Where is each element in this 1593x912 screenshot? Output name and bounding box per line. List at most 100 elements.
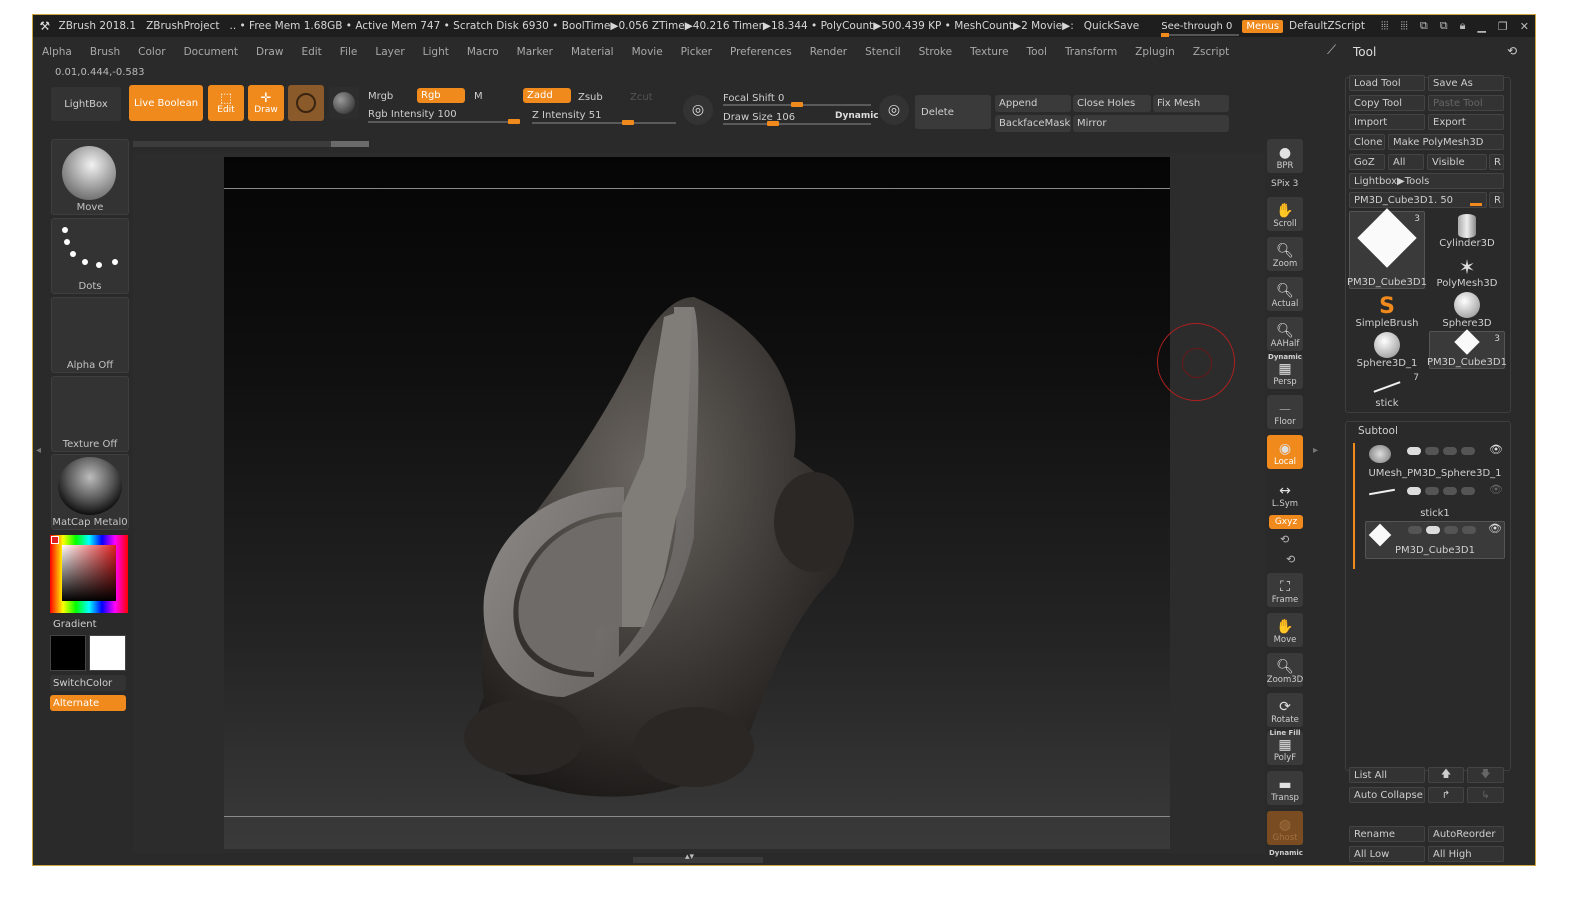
menu-draw[interactable]: Draw — [256, 46, 283, 58]
subtool-item-pm3d-cube[interactable]: 👁︎ PM3D_Cube3D1 — [1365, 521, 1505, 559]
canvas-top-scrollbar[interactable] — [133, 141, 369, 147]
local-button[interactable]: ◉ Local — [1267, 435, 1303, 469]
polyf-button[interactable]: Line Fill ▦ PolyF — [1267, 729, 1303, 765]
lightbox-button[interactable]: LightBox — [51, 87, 121, 121]
floor-button[interactable]: ⏤ Floor — [1267, 395, 1303, 429]
save-as-button[interactable]: Save As — [1428, 75, 1504, 91]
left-collapse-arrow[interactable]: ◂ — [36, 445, 41, 456]
primary-color-swatch[interactable] — [50, 635, 86, 671]
frame-button[interactable]: ⛶ Frame — [1267, 573, 1303, 607]
menu-light[interactable]: Light — [423, 46, 449, 58]
gradient-label[interactable]: Gradient — [53, 619, 97, 630]
bpr-button[interactable]: ● BPR — [1267, 139, 1303, 173]
arrow-branch-down-button[interactable]: ↳ — [1467, 787, 1504, 803]
menu-brush[interactable]: Brush — [90, 46, 120, 58]
rgb-intensity-slider[interactable] — [368, 119, 520, 124]
menu-edit[interactable]: Edit — [301, 46, 321, 58]
texture-slot[interactable]: Texture Off — [51, 376, 129, 452]
rgb-toggle[interactable]: Rgb — [417, 88, 465, 103]
minimize-icon[interactable]: ▁ — [1477, 20, 1485, 33]
subtool-toggles[interactable] — [1407, 487, 1475, 495]
secondary-color-swatch[interactable] — [89, 635, 126, 671]
focal-shift-icon[interactable]: ◎ — [683, 95, 713, 125]
dynamic-toggle[interactable]: Dynamic — [835, 111, 879, 121]
export-button[interactable]: Export — [1428, 114, 1504, 130]
rotate-axis-icon-1[interactable]: ⟲ — [1280, 533, 1289, 546]
menu-render[interactable]: Render — [810, 46, 847, 58]
menu-zscript[interactable]: Zscript — [1193, 46, 1229, 58]
canvas-bottom-handle[interactable]: ▴▾ — [633, 852, 763, 863]
menu-movie[interactable]: Movie — [632, 46, 663, 58]
menu-document[interactable]: Document — [184, 46, 238, 58]
dynamic-label-bottom[interactable]: Dynamic — [1269, 849, 1303, 857]
append-button[interactable]: Append — [995, 95, 1071, 112]
stroke-slot[interactable]: Dots — [51, 218, 129, 294]
brush-slot[interactable]: Move — [51, 139, 129, 215]
backface-mask-button[interactable]: BackfaceMask — [995, 115, 1071, 132]
tool-item-simplebrush[interactable]: S SimpleBrush — [1349, 291, 1425, 330]
default-zscript[interactable]: DefaultZScript — [1289, 20, 1365, 32]
make-polymesh-button[interactable]: Make PolyMesh3D — [1388, 134, 1504, 150]
focal-shift-slider[interactable] — [723, 102, 871, 107]
tool-item-pm3d-cube[interactable]: 3 PM3D_Cube3D1 — [1347, 208, 1427, 289]
interface-icon-1[interactable]: ⦙⦙⦙ — [1381, 19, 1388, 33]
menu-texture[interactable]: Texture — [970, 46, 1008, 58]
load-tool-button[interactable]: Load Tool — [1349, 75, 1425, 91]
menu-marker[interactable]: Marker — [517, 46, 553, 58]
switch-color-button[interactable]: SwitchColor — [50, 675, 126, 691]
tool-item-cylinder3d[interactable]: Cylinder3D — [1429, 211, 1505, 249]
rotate-axis-icon-2[interactable]: ⟲ — [1286, 553, 1295, 566]
ghost-button[interactable]: ◍ Ghost — [1267, 811, 1303, 845]
interface-icon-2[interactable]: ⦙⦙⦙ — [1400, 19, 1407, 33]
dynamic-brush-icon[interactable]: ◎ — [879, 95, 909, 125]
subtool-toggles[interactable] — [1408, 526, 1476, 534]
tool-panel-title[interactable]: Tool — [1353, 45, 1376, 59]
subtool-item-stick1[interactable]: 👁︎ stick1 — [1365, 483, 1505, 521]
color-picker[interactable] — [50, 535, 128, 613]
rotate-button[interactable]: ⟳ Rotate — [1267, 693, 1303, 727]
actual-button[interactable]: 🔍︎ Actual — [1267, 277, 1303, 311]
close-icon[interactable]: ✕ — [1520, 20, 1529, 33]
auto-collapse-button[interactable]: Auto Collapse — [1349, 787, 1425, 803]
subtool-toggles[interactable] — [1407, 447, 1475, 455]
move-view-button[interactable]: ✋ Move — [1267, 613, 1303, 647]
menu-layer[interactable]: Layer — [375, 46, 404, 58]
material-sphere-button[interactable] — [329, 87, 359, 119]
import-button[interactable]: Import — [1349, 114, 1425, 130]
auto-reorder-button[interactable]: AutoReorder — [1428, 826, 1504, 842]
menu-transform[interactable]: Transform — [1065, 46, 1117, 58]
menu-preferences[interactable]: Preferences — [730, 46, 792, 58]
alternate-button[interactable]: Alternate — [50, 695, 126, 711]
zsub-toggle[interactable]: Zsub — [578, 92, 603, 103]
clone-button[interactable]: Clone — [1349, 134, 1385, 150]
menu-picker[interactable]: Picker — [681, 46, 712, 58]
zoom-button[interactable]: 🔍︎ Zoom — [1267, 237, 1303, 271]
move-up-button[interactable]: 🡅 — [1428, 767, 1464, 783]
tool-item-sphere3d[interactable]: Sphere3D — [1429, 291, 1505, 329]
refresh-icon[interactable]: ⟲ — [1507, 44, 1517, 58]
lock-icon[interactable]: 🔒︎ — [1460, 19, 1466, 33]
list-all-button[interactable]: List All — [1349, 767, 1425, 783]
draw-size-slider[interactable] — [723, 121, 871, 126]
persp-button[interactable]: Dynamic ▦ Persp — [1267, 353, 1303, 389]
color-saturation-square[interactable] — [62, 545, 116, 601]
goz-button[interactable]: GoZ — [1349, 154, 1385, 170]
live-boolean-button[interactable]: Live Boolean — [129, 85, 203, 121]
tool-menu-icon[interactable]: ⟋ — [1327, 43, 1336, 58]
spix-label[interactable]: SPix 3 — [1271, 179, 1298, 189]
move-down-button[interactable]: 🡇 — [1467, 767, 1504, 783]
rename-button[interactable]: Rename — [1349, 826, 1425, 842]
move-mode-button[interactable] — [288, 85, 324, 121]
menu-stencil[interactable]: Stencil — [865, 46, 901, 58]
layout-icon-2[interactable]: ⧉ — [1440, 19, 1448, 33]
transp-button[interactable]: ▬ Transp — [1267, 771, 1303, 805]
arrow-branch-button[interactable]: ↱ — [1428, 787, 1464, 803]
current-tool-r-button[interactable]: R — [1489, 192, 1504, 208]
document-viewport[interactable] — [224, 157, 1170, 849]
draw-button[interactable]: ✛ Draw — [248, 85, 284, 121]
menu-file[interactable]: File — [340, 46, 358, 58]
all-high-button[interactable]: All High — [1428, 846, 1504, 862]
m-toggle[interactable]: M — [474, 91, 483, 102]
material-slot[interactable]: MatCap Metal0 — [51, 454, 129, 530]
mirror-button[interactable]: Mirror — [1073, 115, 1229, 132]
